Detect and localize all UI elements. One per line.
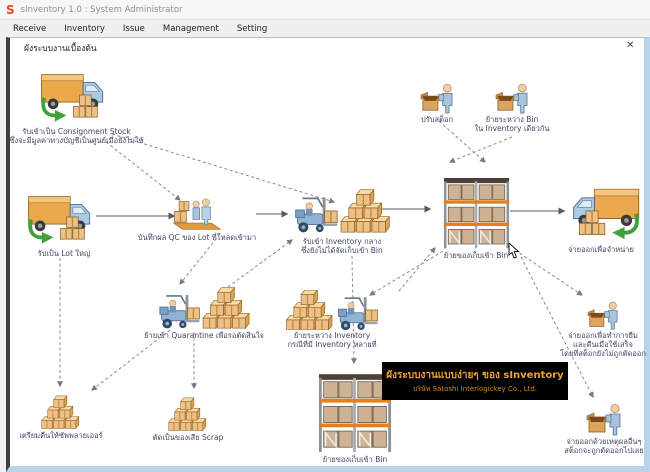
node-label: จ่ายออกเพื่อทำการยืม (568, 331, 638, 340)
menu-inventory[interactable]: Inventory (55, 22, 114, 36)
app-logo-icon: S (6, 2, 15, 17)
node-label: ปรับสต็อก (420, 115, 454, 124)
menu-receive[interactable]: Receive (4, 22, 55, 36)
node-issue-other[interactable]: จ่ายออกด้วยเหตุผลอื่นๆ สต็อกจะถูกตัดออกไป… (560, 402, 648, 455)
node-consignment[interactable]: รับเข้าเป็น Consignment Stock ซึ่งจะมีมูล… (4, 64, 149, 145)
menu-setting[interactable]: Setting (228, 22, 276, 36)
node-receive-inventory[interactable]: รับเข้า Inventory กลาง ซึ่งยังไม่ได้จัดเก… (288, 180, 396, 255)
node-adjust-stock[interactable]: ปรับสต็อก (407, 82, 467, 124)
caption-box: ผังระบบงานแบบง่ายๆ ของ sInventory บริษัท… (382, 362, 568, 400)
node-qc[interactable]: บันทึกผล QC ของ Lot ที่โหลดเข้ามา (138, 198, 256, 242)
node-label: ตัดเป็นของเสีย Scrap (152, 433, 224, 442)
forklift-pyramid-icon (292, 180, 392, 236)
caption-title: ผังระบบงานแบบง่ายๆ ของ sInventory (386, 369, 564, 381)
node-store-bin[interactable]: ย้ายของเก็บเข้า Bin (436, 178, 516, 260)
node-receive-lot[interactable]: รับเป็น Lot ใหญ่ (10, 186, 118, 258)
person-box-icon (587, 301, 618, 330)
node-label: รับเข้าเป็น Consignment Stock (22, 127, 131, 136)
node-label: สต็อกจะถูกตัดออกไปเลย (564, 446, 644, 455)
node-label: บันทึกผล QC ของ Lot ที่โหลดเข้ามา (137, 233, 257, 242)
node-label: จ่ายออกด้วยเหตุผลอื่นๆ (566, 437, 642, 446)
node-label: ย้ายของเก็บเข้า Bin (443, 251, 509, 260)
pyramid-forklift-icon (282, 290, 382, 330)
node-borrow[interactable]: จ่ายออกเพื่อทำการยืม และคืนเมื่อใช้เสร็จโ… (556, 300, 650, 358)
person-box-icon (586, 403, 621, 436)
person-box-icon (495, 83, 528, 114)
node-label: เตรียมคืนให้ซัพพลายเออร์ (19, 431, 103, 440)
node-label: และคืนเมื่อใช้เสร็จ (573, 340, 633, 349)
node-scrap[interactable]: ตัดเป็นของเสีย Scrap (145, 392, 231, 442)
menu-issue[interactable]: Issue (114, 22, 154, 36)
node-label: กรณีที่มี Inventory หลายที่ (287, 340, 377, 349)
qc-station-icon (171, 198, 223, 232)
panel-title: ผังระบบงานเบื้องต้น (24, 44, 97, 54)
box-pile-icon (162, 392, 214, 432)
app-window: { "window": { "logo": "S", "title": "sIn… (0, 0, 650, 472)
node-label: รับเข้า Inventory กลาง (302, 237, 382, 246)
person-box-icon (420, 83, 453, 114)
rack-icon (442, 178, 510, 249)
box-pile-icon (35, 390, 87, 430)
node-label: ย้ายระหว่าง Inventory (293, 331, 371, 340)
node-label: ย้ายระหว่าง Bin (485, 115, 539, 124)
node-label: ย้ายเข้า Quarantine เพื่อรอตัดสินใจ (144, 331, 264, 340)
window-title: sInventory 1.0 : System Administrator (20, 4, 183, 15)
title-bar: S sInventory 1.0 : System Administrator (0, 0, 650, 20)
node-label: โดยที่สต็อกยังไม่ถูกตัดออก (560, 349, 646, 358)
truck-icon (37, 64, 117, 126)
node-label: ซึ่งจะมีมูลค่าทางบัญชีเป็นศูนย์เมื่อยังไ… (9, 136, 144, 145)
node-move-between-inventory[interactable]: ย้ายระหว่าง Inventory กรณีที่มี Inventory… (276, 290, 388, 349)
node-return-supplier[interactable]: เตรียมคืนให้ซัพพลายเออร์ (18, 390, 104, 440)
node-label: ใน Inventory เดียวกัน (474, 124, 550, 133)
node-label: ย้ายของเก็บเข้า Bin (322, 455, 388, 464)
forklift-pyramid-icon (156, 284, 252, 330)
node-label: ซึ่งยังไม่ได้จัดเก็บเข้า Bin (301, 246, 383, 255)
node-quarantine[interactable]: ย้ายเข้า Quarantine เพื่อรอตัดสินใจ (144, 284, 264, 340)
node-label: จ่ายออกเพื่อจำหน่าย (568, 245, 634, 254)
truck-icon (559, 178, 643, 244)
menu-bar: Receive Inventory Issue Management Setti… (0, 20, 650, 37)
close-icon[interactable]: ✕ (626, 40, 634, 51)
menu-management[interactable]: Management (154, 22, 228, 36)
mouse-cursor (508, 243, 520, 259)
node-move-between-bin[interactable]: ย้ายระหว่าง Bin ใน Inventory เดียวกัน (474, 82, 550, 133)
node-label: รับเป็น Lot ใหญ่ (37, 249, 91, 258)
rack-icon (318, 374, 392, 453)
truck-icon (24, 186, 104, 248)
node-issue-sale[interactable]: จ่ายออกเพื่อจำหน่าย (558, 178, 644, 254)
caption-company: บริษัท Satoshi Interlogickey Co., Ltd. (412, 384, 538, 393)
